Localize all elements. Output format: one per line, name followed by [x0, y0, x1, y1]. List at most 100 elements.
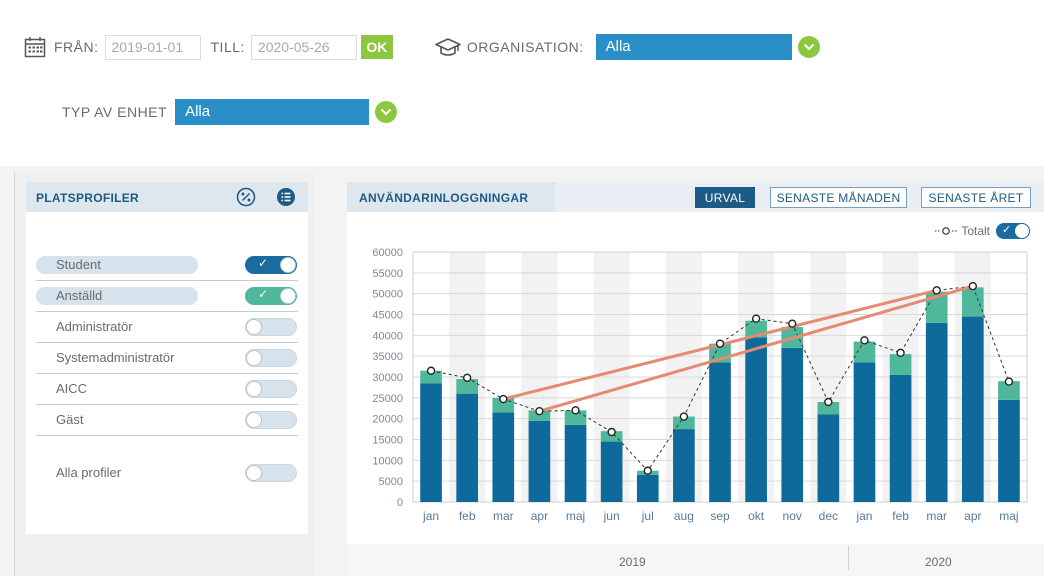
unit-type-label: TYP AV ENHET [62, 104, 168, 120]
profile-row-aicc: AICC [36, 374, 298, 405]
y-tick-label: 45000 [372, 310, 403, 322]
till-label: TILL: [210, 39, 245, 55]
toggle-knob [280, 257, 296, 273]
toggle-knob [280, 288, 296, 304]
profile-label-student: Student [56, 257, 101, 272]
x-tick-label: jan [422, 509, 439, 523]
user-logins-header: ANVÄNDARINLOGGNINGAR URVAL SENASTE MÅNAD… [347, 182, 1044, 212]
from-date-input[interactable]: 2019-01-01 [104, 34, 201, 60]
bar-student [925, 322, 948, 502]
x-tick-label: apr [964, 509, 981, 523]
profile-toggle-administrator[interactable] [245, 318, 297, 336]
bar-student [420, 383, 442, 502]
last-year-button[interactable]: SENASTE ÅRET [921, 187, 1031, 208]
total-point [932, 286, 941, 295]
profile-row-gast: Gäst [36, 405, 298, 436]
total-point [571, 406, 580, 415]
profile-toggle-aicc[interactable] [245, 380, 297, 398]
year-axis: 2019 2020 [347, 544, 1044, 576]
check-icon: ✓ [258, 256, 269, 270]
list-icon[interactable] [276, 187, 296, 207]
percent-icon[interactable] [236, 187, 256, 207]
profile-label-gast: Gäst [56, 412, 84, 427]
date-org-filter-row: FRÅN: 2019-01-01 TILL: 2020-05-26 OK ORG… [24, 34, 820, 60]
y-tick-label: 15000 [372, 435, 403, 447]
profile-label-aicc: AICC [56, 381, 88, 396]
x-tick-label: jun [603, 509, 620, 523]
ok-button[interactable]: OK [360, 35, 393, 59]
y-tick-label: 55000 [372, 268, 403, 280]
chart-legend: Totalt ✓ [935, 222, 1030, 240]
year-label-2020: 2020 [925, 555, 952, 569]
bar-student [456, 393, 479, 502]
bar-employee [961, 287, 984, 317]
x-tick-label: sep [710, 509, 730, 523]
bar-student [781, 347, 804, 502]
x-tick-label: apr [531, 509, 548, 523]
y-tick-label: 5000 [379, 476, 403, 488]
org-dropdown-chevron[interactable] [797, 36, 820, 58]
profile-toggle-systemadministrator[interactable] [245, 349, 297, 367]
y-tick-label: 30000 [372, 372, 403, 384]
chevron-down-icon [380, 108, 392, 116]
toggle-knob [246, 412, 262, 428]
profile-row-all: Alla profiler [36, 458, 298, 489]
total-point [824, 397, 833, 407]
user-logins-card: ANVÄNDARINLOGGNINGAR URVAL SENASTE MÅNAD… [347, 182, 1044, 576]
user-logins-chart: 0 5000 10000 15000 20000 25000 30000 35000 40000… [372, 247, 1028, 523]
profile-label-anstalld: Anställd [56, 288, 103, 303]
year-separator [848, 546, 849, 570]
total-point [896, 348, 905, 358]
toggle-knob [246, 350, 262, 366]
bar-employee [853, 341, 876, 363]
bar-student [817, 414, 840, 502]
x-tick-label: mar [926, 509, 947, 523]
bar-student [528, 420, 551, 502]
x-tick-label: jan [855, 509, 872, 523]
total-point [607, 427, 616, 437]
total-toggle[interactable]: ✓ [996, 223, 1030, 239]
total-marker-icon [935, 227, 958, 235]
unit-type-select[interactable]: Alla [175, 99, 370, 125]
toggle-knob [246, 381, 262, 397]
calendar-icon [24, 37, 46, 58]
toggle-knob [246, 319, 262, 335]
unit-type-dropdown-chevron[interactable] [375, 101, 398, 123]
bar-student [600, 441, 623, 502]
all-profiles-toggle[interactable] [245, 464, 297, 482]
profile-row-anstalld: Anställd ✓ [36, 281, 298, 312]
bar-student [492, 412, 515, 502]
x-tick-label: maj [999, 509, 1018, 523]
from-label: FRÅN: [54, 39, 99, 55]
total-point [679, 412, 689, 421]
y-tick-label: 20000 [372, 414, 403, 426]
total-point [860, 336, 869, 345]
total-point [535, 406, 544, 416]
filter-bar: FRÅN: 2019-01-01 TILL: 2020-05-26 OK ORG… [0, 0, 1044, 166]
profile-toggle-gast[interactable] [245, 411, 297, 429]
bar-student [636, 474, 659, 502]
profile-toggle-student[interactable]: ✓ [245, 256, 297, 274]
user-logins-title: ANVÄNDARINLOGGNINGAR [359, 191, 529, 205]
y-tick-label: 40000 [372, 330, 403, 342]
total-point [643, 466, 652, 475]
bar-student [709, 362, 731, 502]
last-month-button[interactable]: SENASTE MÅNADEN [770, 187, 907, 208]
profile-row-student: Student ✓ [36, 250, 298, 281]
bar-student [961, 316, 984, 502]
selection-button[interactable]: URVAL [695, 187, 755, 208]
organisation-select[interactable]: Alla [595, 34, 792, 60]
total-point [788, 319, 797, 328]
chevron-down-icon [803, 43, 814, 51]
y-tick-label: 0 [397, 497, 403, 509]
site-profiles-header: PLATSPROFILER [26, 182, 308, 212]
profile-row-administrator: Administratör [36, 312, 298, 343]
total-point [499, 394, 508, 404]
x-tick-label: okt [748, 509, 765, 523]
till-date-input[interactable]: 2020-05-26 [250, 34, 357, 60]
profile-toggle-anstalld[interactable]: ✓ [245, 287, 297, 305]
unit-type-filter-row: TYP AV ENHET Alla [62, 99, 398, 125]
bar-student [998, 399, 1020, 502]
total-point [426, 366, 436, 375]
org-label: ORGANISATION: [466, 39, 584, 55]
